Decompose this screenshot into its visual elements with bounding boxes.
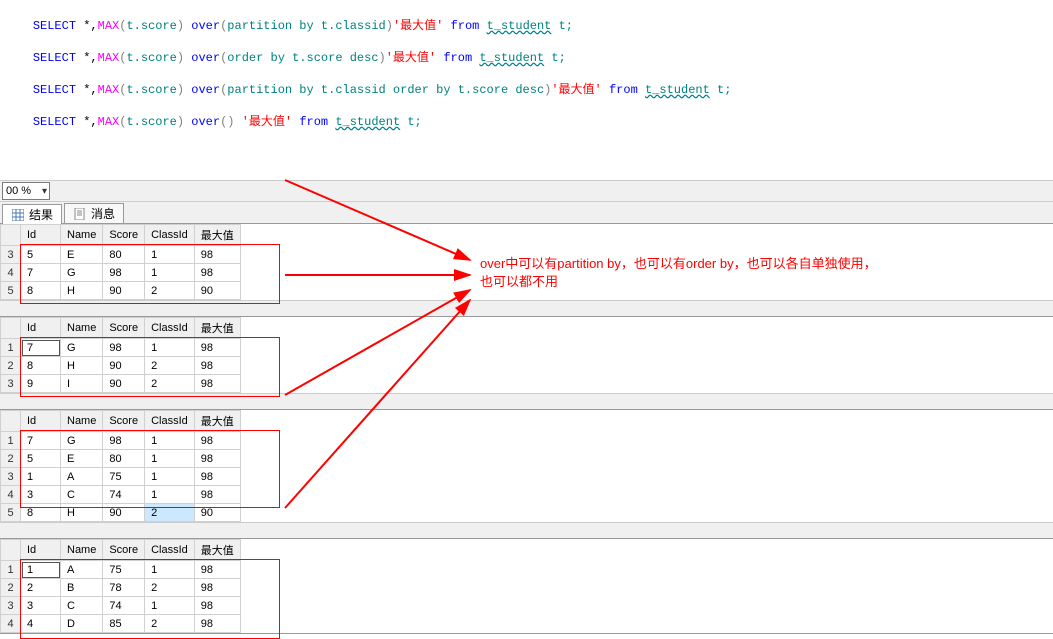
table-row[interactable]: 25E80198 [1, 450, 241, 468]
table-row[interactable]: 31A75198 [1, 468, 241, 486]
col-header[interactable]: 最大值 [194, 540, 240, 561]
table-row[interactable]: 28H90298 [1, 357, 241, 375]
table-row[interactable]: 11A75198 [1, 561, 241, 579]
sql-line: SELECT *,MAX(t.score) over(partition by … [4, 18, 1049, 34]
result-table[interactable]: Id Name Score ClassId 最大值 17G98198 28H90… [0, 317, 241, 393]
results-tabs: 结果 消息 [0, 202, 1053, 224]
sql-line: SELECT *,MAX(t.score) over(partition by … [4, 82, 1049, 98]
horizontal-scrollbar[interactable] [0, 300, 1053, 316]
col-header[interactable]: Name [61, 540, 103, 561]
annotation-text: over中可以有partition by，也可以有order by，也可以各自单… [480, 255, 1040, 291]
sql-line: SELECT *,MAX(t.score) over() '最大值' from … [4, 114, 1049, 130]
horizontal-scrollbar[interactable] [0, 393, 1053, 409]
col-header[interactable]: Name [61, 225, 103, 246]
zoom-value: 00 % [6, 185, 31, 197]
col-header[interactable]: 最大值 [194, 225, 240, 246]
table-row[interactable]: 47G98198 [1, 264, 241, 282]
col-header[interactable]: Score [103, 411, 145, 432]
tab-label: 结果 [29, 206, 53, 223]
col-header[interactable]: Score [103, 318, 145, 339]
document-icon [73, 207, 87, 221]
table-row[interactable]: 33C74198 [1, 597, 241, 615]
grid-icon [11, 208, 25, 222]
result-grid-3: Id Name Score ClassId 最大值 17G98198 25E80… [0, 410, 1053, 539]
zoom-bar: 00 % [0, 180, 1053, 202]
table-row[interactable]: 43C74198 [1, 486, 241, 504]
tab-messages[interactable]: 消息 [64, 203, 124, 223]
result-table[interactable]: Id Name Score ClassId 最大值 35E80198 47G98… [0, 224, 241, 300]
tab-results[interactable]: 结果 [2, 204, 62, 224]
sql-editor[interactable]: SELECT *,MAX(t.score) over(partition by … [0, 0, 1053, 180]
col-header[interactable]: 最大值 [194, 318, 240, 339]
col-header[interactable]: Name [61, 318, 103, 339]
col-header[interactable]: 最大值 [194, 411, 240, 432]
tab-label: 消息 [91, 205, 115, 222]
col-header[interactable]: Id [21, 411, 61, 432]
table-row[interactable]: 22B78298 [1, 579, 241, 597]
result-table[interactable]: Id Name Score ClassId 最大值 11A75198 22B78… [0, 539, 241, 633]
col-header[interactable]: ClassId [145, 318, 195, 339]
col-header[interactable]: Id [21, 540, 61, 561]
col-header[interactable]: Id [21, 318, 61, 339]
col-header[interactable]: Id [21, 225, 61, 246]
table-row[interactable]: 58H90290 [1, 504, 241, 522]
sql-line: SELECT *,MAX(t.score) over(order by t.sc… [4, 50, 1049, 66]
col-header[interactable]: Score [103, 225, 145, 246]
col-header[interactable]: ClassId [145, 411, 195, 432]
table-row[interactable]: 17G98198 [1, 339, 241, 357]
table-row[interactable]: 17G98198 [1, 432, 241, 450]
zoom-combo[interactable]: 00 % [2, 182, 50, 200]
table-row[interactable]: 44D85298 [1, 615, 241, 633]
table-row[interactable]: 58H90290 [1, 282, 241, 300]
result-table[interactable]: Id Name Score ClassId 最大值 17G98198 25E80… [0, 410, 241, 522]
result-grid-4: Id Name Score ClassId 最大值 11A75198 22B78… [0, 539, 1053, 634]
table-row[interactable]: 35E80198 [1, 246, 241, 264]
col-header[interactable]: Score [103, 540, 145, 561]
col-header[interactable]: Name [61, 411, 103, 432]
result-grid-2: Id Name Score ClassId 最大值 17G98198 28H90… [0, 317, 1053, 410]
col-header[interactable]: ClassId [145, 540, 195, 561]
table-row[interactable]: 39I90298 [1, 375, 241, 393]
horizontal-scrollbar[interactable] [0, 522, 1053, 538]
col-header[interactable]: ClassId [145, 225, 195, 246]
